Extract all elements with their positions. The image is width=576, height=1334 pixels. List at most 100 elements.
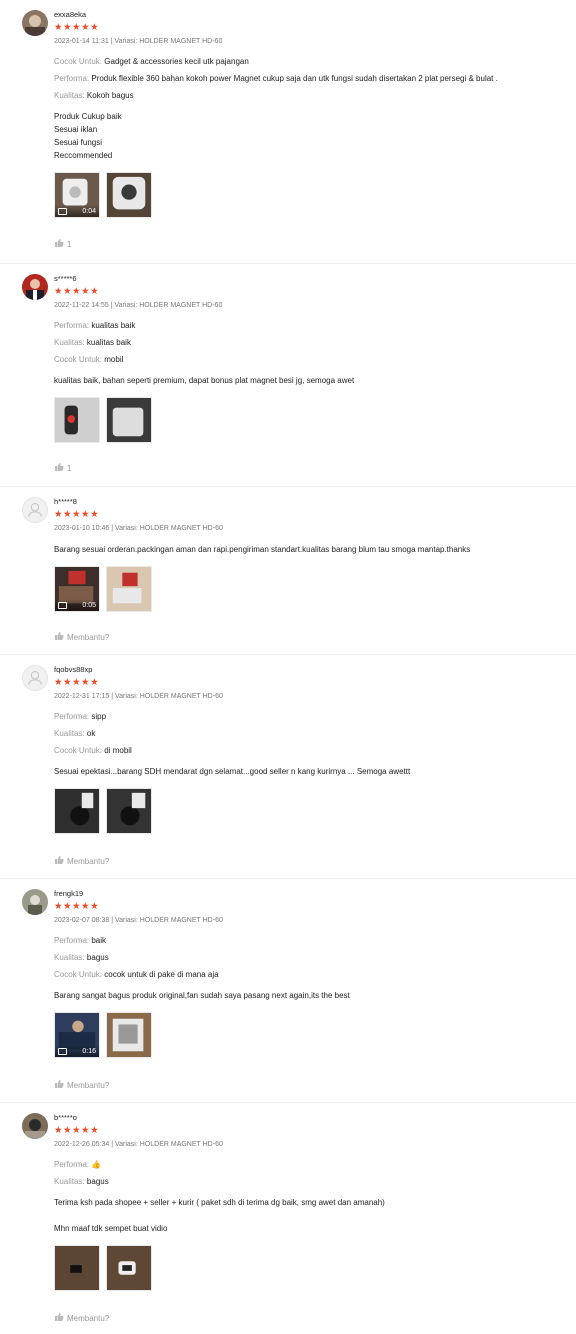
like-button[interactable]: 1 [54,462,71,474]
review-text: Sesuai epektasi...barang SDH mendarat dg… [54,767,411,776]
review-username[interactable]: frengk19 [54,889,566,899]
review-media: 0:04 [54,172,566,218]
like-button[interactable]: Membantu? [54,855,109,867]
video-camera-icon [58,1047,67,1055]
attribute-value: sipp [91,712,107,721]
review-photo-thumbnail[interactable] [106,1245,152,1291]
review-text: Barang sesuai orderan.packingan aman dan… [54,545,471,554]
attribute-key: Cocok Untuk: [54,970,103,979]
review-attribute: Performa: 👍 [54,1160,566,1170]
attribute-value: kualitas baik [91,321,136,330]
review-username[interactable]: h*****8 [54,497,566,507]
review-photo-thumbnail[interactable] [106,788,152,834]
thumbs-up-icon [54,1312,64,1324]
review-item: fqobvs88xp ★★★★★ 2022-12-31 17:15 | Vari… [0,655,576,879]
review-username[interactable]: fqobvs88xp [54,665,566,675]
avatar[interactable] [22,665,48,691]
attribute-key: Cocok Untuk: [54,746,103,755]
review-attribute: Kualitas: bagus [54,953,566,963]
review-photo-thumbnail[interactable] [106,1012,152,1058]
review-media [54,397,566,443]
like-button[interactable]: Membantu? [54,631,109,643]
review-attribute: Cocok Untuk: cocok untuk di pake di mana… [54,970,566,980]
review-video-thumbnail[interactable]: 0:04 [54,172,100,218]
thumbs-up-icon [54,238,64,250]
review-photo-thumbnail[interactable] [106,172,152,218]
review-photo-thumbnail[interactable] [106,566,152,612]
attribute-key: Performa: [54,936,90,945]
avatar[interactable] [22,10,48,36]
review-meta: 2023-01-14 11:31 | Variasi: HOLDER MAGNE… [54,38,223,45]
attribute-key: Cocok Untuk: [54,57,103,66]
attribute-value: di mobil [104,746,132,755]
review-attribute: Cocok Untuk: Gadget & accessories kecil … [54,57,566,67]
video-camera-icon [58,207,67,215]
review-item: s*****6 ★★★★★ 2022-11-22 14:55 | Variasi… [0,264,576,487]
review-photo-thumbnail[interactable] [54,788,100,834]
review-attribute: Kualitas: ok [54,729,566,739]
video-camera-icon [58,601,67,609]
avatar[interactable] [22,1113,48,1139]
review-item: h*****8 ★★★★★ 2023-01-10 10:46 | Variasi… [0,487,576,655]
thumbs-up-icon [54,631,64,643]
like-count: 1 [67,239,72,249]
review-photo-thumbnail[interactable] [106,397,152,443]
thumbs-up-icon [54,1079,64,1091]
like-button[interactable]: Membantu? [54,1079,109,1091]
review-username[interactable]: s*****6 [54,274,566,284]
review-video-thumbnail[interactable]: 0:16 [54,1012,100,1058]
review-attribute: Cocok Untuk: di mobil [54,746,566,756]
attribute-key: Kualitas: [54,729,85,738]
attribute-value: Kokoh bagus [86,91,134,100]
thumbs-up-icon [54,462,64,474]
review-attribute: Kualitas: bagus [54,1177,566,1187]
review-meta: 2022-12-26 05:34 | Variasi: HOLDER MAGNE… [54,1141,223,1148]
review-text: kualitas baik, bahan seperti premium, da… [54,376,355,385]
review-attribute: Performa: kualitas baik [54,321,566,331]
rating-stars: ★★★★★ [54,286,100,297]
attribute-value: bagus [86,1177,109,1186]
attribute-value: kualitas baik [86,338,131,347]
review-username[interactable]: b*****o [54,1113,566,1123]
like-button[interactable]: Membantu? [54,1312,109,1324]
review-photo-thumbnail[interactable] [54,1245,100,1291]
review-meta: 2022-11-22 14:55 | Variasi: HOLDER MAGNE… [54,302,223,309]
attribute-value: ok [86,729,96,738]
like-label: Membantu? [67,1313,110,1323]
like-label: Membantu? [67,632,110,642]
video-duration: 0:05 [82,601,96,609]
avatar[interactable] [22,497,48,523]
review-meta: 2023-02-07 08:38 | Variasi: HOLDER MAGNE… [54,917,223,924]
rating-stars: ★★★★★ [54,677,100,688]
attribute-key: Performa: [54,1160,90,1169]
attribute-key: Performa: [54,74,90,83]
attribute-value: baik [91,936,107,945]
review-username[interactable]: exxa8eka [54,10,566,20]
review-media: 0:16 [54,1012,566,1058]
rating-stars: ★★★★★ [54,22,100,33]
avatar[interactable] [22,274,48,300]
attribute-value: Gadget & accessories kecil utk pajangan [104,57,249,66]
review-text: Barang sangat bagus produk original,fan … [54,991,350,1000]
attribute-value: bagus [86,953,109,962]
attribute-value: Produk flexible 360 bahan kokoh power Ma… [91,74,498,83]
rating-stars: ★★★★★ [54,509,100,520]
like-count: 1 [67,463,72,473]
attribute-value: mobil [104,355,124,364]
like-label: Membantu? [67,856,110,866]
review-media [54,1245,566,1291]
attribute-key: Kualitas: [54,91,85,100]
attribute-value: cocok untuk di pake di mana aja [104,970,219,979]
attribute-key: Kualitas: [54,953,85,962]
review-meta: 2022-12-31 17:15 | Variasi: HOLDER MAGNE… [54,693,223,700]
review-video-thumbnail[interactable]: 0:05 [54,566,100,612]
review-media [54,788,566,834]
attribute-key: Performa: [54,321,90,330]
review-attribute: Kualitas: Kokoh bagus [54,91,566,101]
like-button[interactable]: 1 [54,238,71,250]
review-meta: 2023-01-10 10:46 | Variasi: HOLDER MAGNE… [54,525,223,532]
review-photo-thumbnail[interactable] [54,397,100,443]
avatar[interactable] [22,889,48,915]
review-attribute: Performa: sipp [54,712,566,722]
review-text: Terima ksh pada shopee + seller + kurir … [54,1198,385,1233]
